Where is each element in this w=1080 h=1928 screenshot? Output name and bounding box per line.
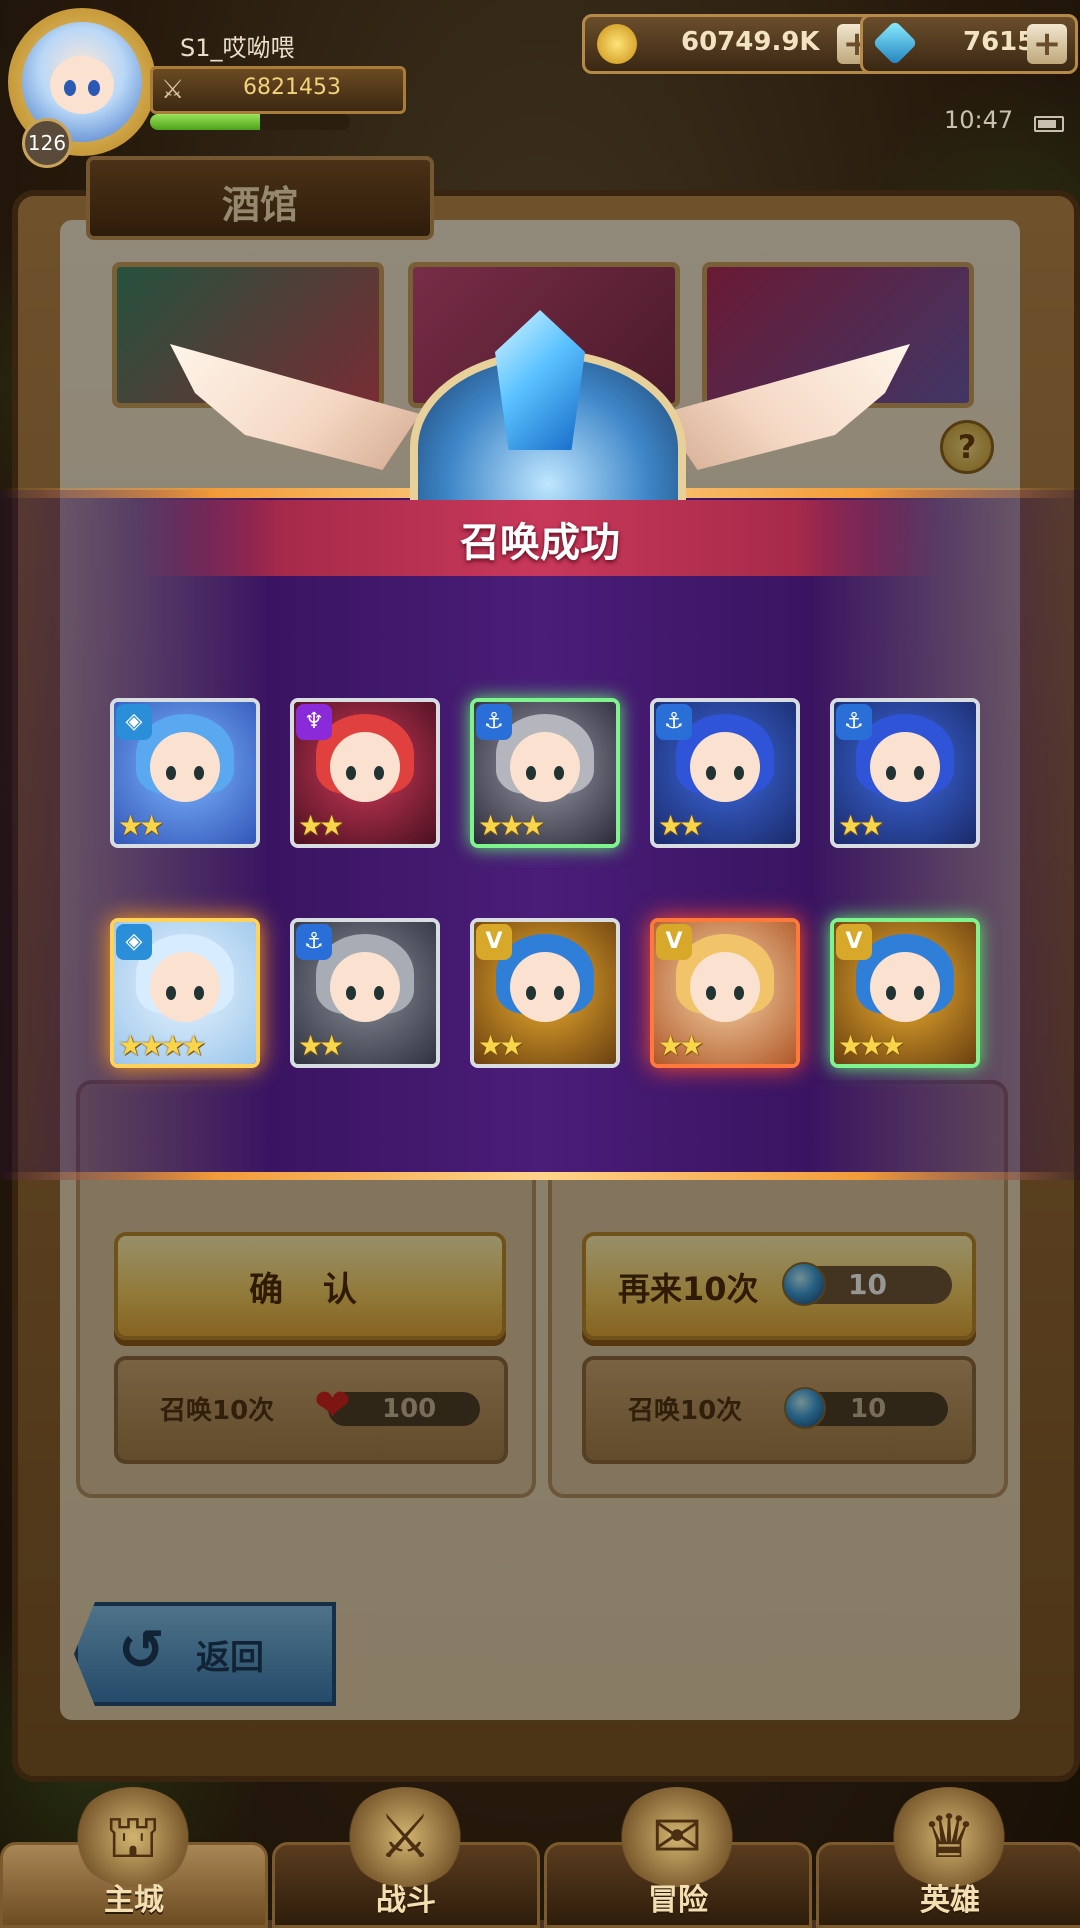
- nav-label: 主城: [104, 1883, 164, 1918]
- gem-value: 7615: [963, 27, 1036, 57]
- player-level-badge: 126: [22, 118, 72, 168]
- summon-success-title: 召唤成功: [460, 520, 620, 566]
- hero-star-rating: ★★★: [838, 1029, 905, 1062]
- nav-label: 战斗: [376, 1883, 436, 1918]
- hero-star-rating: ★★★: [478, 809, 545, 842]
- hero-star-rating: ★★: [658, 809, 704, 842]
- crystal-icon: [495, 310, 585, 450]
- hero-card[interactable]: ⚓ ★★★: [470, 698, 620, 848]
- hero-star-rating: ★★: [298, 1029, 344, 1062]
- gold-value: 60749.9K: [681, 27, 820, 57]
- clock: 10:47: [944, 106, 1014, 134]
- nav-battle[interactable]: ⚔ 战斗: [272, 1787, 540, 1928]
- player-name: S1_哎呦喂: [180, 34, 295, 62]
- swords-icon: ⚔: [345, 1787, 465, 1887]
- nav-label: 英雄: [920, 1883, 980, 1918]
- hero-star-rating: ★★: [298, 809, 344, 842]
- hero-star-rating: ★★: [118, 809, 164, 842]
- nav-label: 冒险: [648, 1883, 708, 1918]
- crossed-swords-icon: ⚔: [161, 75, 185, 105]
- city-icon: ⛫: [73, 1787, 193, 1887]
- hero-crest-icon: ♛: [889, 1787, 1009, 1887]
- hero-class-icon: ⚓: [836, 704, 872, 740]
- exp-bar: [150, 114, 350, 130]
- hero-star-rating: ★★: [478, 1029, 524, 1062]
- hero-card[interactable]: ◈ ★★★★: [110, 918, 260, 1068]
- gem-display: 7615 +: [860, 14, 1078, 74]
- player-avatar-frame[interactable]: 126: [8, 8, 156, 168]
- hero-class-icon: ⚓: [656, 704, 692, 740]
- hero-star-rating: ★★★★: [118, 1029, 206, 1062]
- hero-card[interactable]: V ★★: [650, 918, 800, 1068]
- hero-class-icon: V: [476, 924, 512, 960]
- hero-card[interactable]: V ★★★: [830, 918, 980, 1068]
- hero-card[interactable]: ◈ ★★: [110, 698, 260, 848]
- add-gems-button[interactable]: +: [1027, 24, 1067, 64]
- hero-card[interactable]: ♆ ★★: [290, 698, 440, 848]
- hero-class-icon: ⚓: [296, 924, 332, 960]
- nav-heroes[interactable]: ♛ 英雄: [816, 1787, 1080, 1928]
- exp-fill: [150, 114, 260, 130]
- hero-card[interactable]: V ★★: [470, 918, 620, 1068]
- gold-display: 60749.9K +: [582, 14, 888, 74]
- divider: [0, 1172, 1080, 1180]
- summon-emblem-icon: [170, 310, 740, 546]
- hero-class-icon: ♆: [296, 704, 332, 740]
- nav-main-city[interactable]: ⛫ 主城: [0, 1787, 268, 1928]
- hero-card[interactable]: ⚓ ★★: [650, 698, 800, 848]
- hero-star-rating: ★★: [658, 1029, 704, 1062]
- hero-class-icon: ⚓: [476, 704, 512, 740]
- nav-adventure[interactable]: ✉ 冒险: [544, 1787, 812, 1928]
- hero-star-rating: ★★: [838, 809, 884, 842]
- hero-card[interactable]: ⚓ ★★: [830, 698, 980, 848]
- bottom-nav: ⛫ 主城 ⚔ 战斗 ✉ 冒险 ♛ 英雄: [0, 1787, 1080, 1928]
- battery-icon: [1034, 116, 1064, 132]
- hero-class-icon: V: [656, 924, 692, 960]
- hero-class-icon: ◈: [116, 924, 152, 960]
- combat-power: ⚔ 6821453: [150, 66, 406, 114]
- scroll-icon: ✉: [617, 1787, 737, 1887]
- hero-class-icon: ◈: [116, 704, 152, 740]
- hero-class-icon: V: [836, 924, 872, 960]
- diamond-icon: [872, 20, 918, 66]
- gold-coin-icon: [597, 24, 637, 64]
- combat-power-value: 6821453: [243, 75, 341, 100]
- hero-card[interactable]: ⚓ ★★: [290, 918, 440, 1068]
